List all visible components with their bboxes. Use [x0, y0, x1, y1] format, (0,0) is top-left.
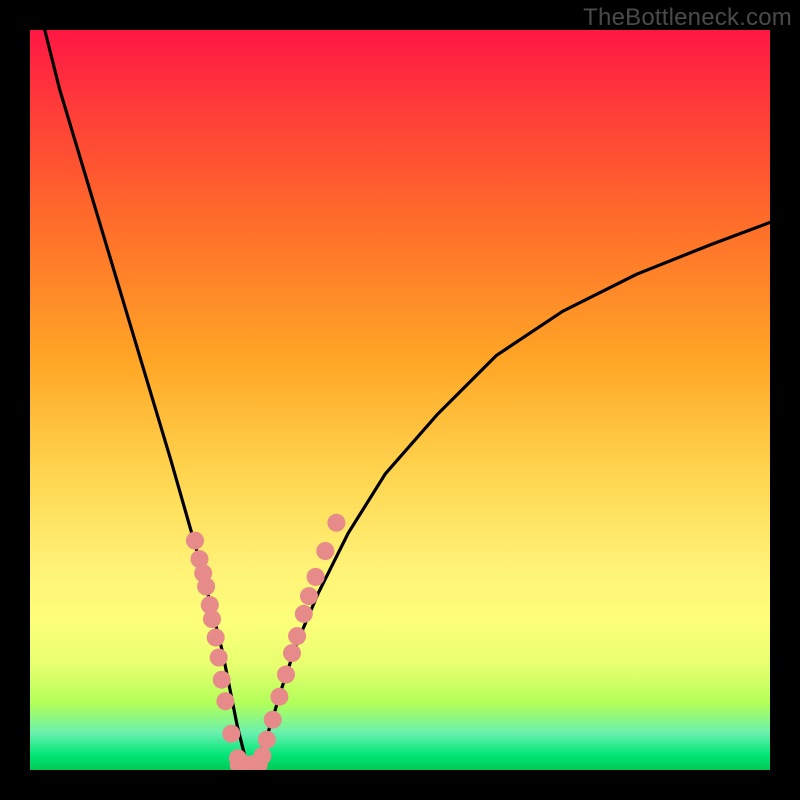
outer-frame: TheBottleneck.com [0, 0, 800, 800]
bottleneck-curve [45, 30, 770, 766]
data-point [316, 542, 334, 560]
data-point [295, 605, 313, 623]
data-point [213, 671, 231, 689]
data-point [222, 725, 240, 743]
plot-area [30, 30, 770, 770]
data-point [277, 666, 295, 684]
data-point [327, 514, 345, 532]
data-point [216, 692, 234, 710]
data-point [197, 578, 215, 596]
data-point [283, 644, 301, 662]
data-point [258, 731, 276, 749]
data-point [203, 610, 221, 628]
data-point [300, 587, 318, 605]
chart-svg [30, 30, 770, 770]
data-points [186, 514, 345, 770]
data-point [270, 688, 288, 706]
watermark-text: TheBottleneck.com [583, 4, 792, 32]
data-point [207, 629, 225, 647]
data-point [210, 649, 228, 667]
data-point [288, 627, 306, 645]
data-point [307, 568, 325, 586]
data-point [186, 532, 204, 550]
data-point [264, 711, 282, 729]
